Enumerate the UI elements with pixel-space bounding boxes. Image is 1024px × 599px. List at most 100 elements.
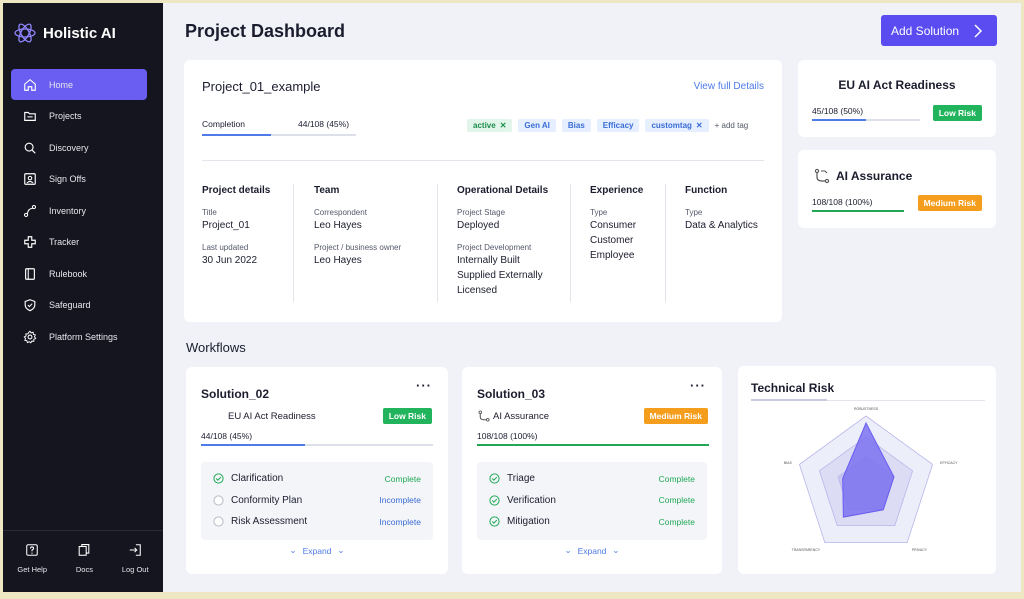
remove-tag-icon[interactable]: ✕	[696, 121, 703, 130]
workflow-card-solution-03[interactable]: Solution_03 ··· AI Assurance Medium Risk…	[462, 367, 722, 574]
nodes-icon	[23, 204, 37, 217]
workflow-progress-value: 44/108 (45%)	[201, 431, 253, 441]
tag-gen-ai[interactable]: Gen AI	[518, 119, 556, 132]
project-details-column: Project details Title Project_01 Last up…	[202, 185, 292, 268]
eu-ai-act-value: 45/108 (50%)	[812, 106, 864, 116]
step-status: Complete	[658, 495, 695, 506]
docs-button[interactable]: Docs	[76, 543, 93, 592]
more-options-icon[interactable]: ···	[690, 378, 706, 393]
function-type-label: Type	[685, 208, 703, 217]
tag-customtag[interactable]: customtag ✕	[645, 119, 709, 132]
sidebar-item-projects[interactable]: Projects	[11, 101, 147, 132]
column-divider	[293, 184, 294, 302]
add-solution-label: Add Solution	[891, 23, 960, 38]
workflow-progress-bar	[201, 444, 433, 446]
function-heading: Function	[685, 185, 728, 196]
development-value: Internally Built	[457, 255, 520, 266]
check-circle-icon	[489, 495, 500, 506]
column-divider	[437, 184, 438, 302]
risk-badge: Low Risk	[382, 408, 432, 424]
eu-ai-act-progress-bar	[812, 119, 920, 121]
tag-label: Bias	[567, 121, 585, 130]
add-solution-button[interactable]: Add Solution	[881, 15, 997, 46]
sidebar-item-safeguard[interactable]: Safeguard	[11, 290, 147, 321]
folder-icon	[24, 111, 36, 121]
workflow-step[interactable]: Clarification Complete	[213, 468, 421, 490]
more-options-icon[interactable]: ···	[416, 378, 432, 393]
ai-assurance-value: 108/108 (100%)	[812, 197, 873, 207]
workflow-step[interactable]: Mitigation Complete	[489, 511, 695, 533]
chevron-down-icon: ⌄	[612, 545, 620, 555]
chevron-down-icon: ⌄	[289, 545, 297, 555]
workflow-card-solution-02[interactable]: Solution_02 ··· EU AI Act Readiness Low …	[186, 367, 448, 574]
completion-progress-fill	[202, 134, 272, 136]
search-icon	[24, 142, 36, 154]
view-full-details-link[interactable]: View full Details	[694, 81, 764, 92]
sidebar-item-label: Safeguard	[49, 300, 91, 310]
workflow-name: Solution_03	[477, 387, 546, 401]
last-updated-value: 30 Jun 2022	[202, 255, 258, 266]
project-details-heading: Project details	[202, 185, 271, 196]
ai-assurance-card[interactable]: AI Assurance 108/108 (100%) Medium Risk	[798, 150, 996, 228]
radar-axis-label: PRIVACY	[912, 548, 928, 552]
workflow-type: AI Assurance	[493, 411, 549, 422]
completion-progress-bar	[202, 134, 356, 136]
workflow-step[interactable]: Triage Complete	[489, 468, 695, 490]
sidebar-item-label: Rulebook	[49, 268, 88, 279]
step-status: Incomplete	[379, 516, 421, 527]
chevron-right-icon	[974, 23, 983, 38]
step-label: Conformity Plan	[231, 494, 303, 506]
eu-ai-act-card[interactable]: EU AI Act Readiness 45/108 (50%) Low Ris…	[798, 60, 996, 137]
experience-heading: Experience	[590, 185, 644, 196]
sidebar-item-inventory[interactable]: Inventory	[11, 195, 147, 226]
sidebar-item-platform-settings[interactable]: Platform Settings	[11, 321, 147, 352]
ai-assurance-progress-fill	[812, 210, 904, 212]
tag-efficacy[interactable]: Efficacy	[596, 119, 640, 132]
step-label: Mitigation	[507, 516, 550, 528]
expand-button[interactable]: ⌄ Expand ⌄	[186, 545, 448, 556]
expand-label: Expand	[302, 545, 332, 556]
sidebar-item-discovery[interactable]: Discovery	[11, 132, 147, 163]
app-window: Holistic AI Home Projects Discovery Sign…	[3, 3, 1021, 592]
tag-bias[interactable]: Bias	[561, 119, 591, 132]
page-title: Project Dashboard	[185, 21, 346, 41]
step-label: Clarification	[231, 473, 284, 485]
ai-assurance-title: AI Assurance	[836, 169, 913, 183]
title-label: Title	[202, 208, 217, 217]
logout-icon	[129, 544, 141, 556]
sidebar-nav: Home Projects Discovery Sign Offs Invent…	[11, 69, 147, 353]
brand-logo[interactable]: Holistic AI	[13, 21, 116, 45]
sidebar-item-label: Sign Offs	[49, 174, 86, 184]
sidebar-item-rulebook[interactable]: Rulebook	[11, 258, 147, 289]
sidebar-item-sign-offs[interactable]: Sign Offs	[11, 164, 147, 195]
remove-tag-icon[interactable]: ✕	[500, 121, 507, 130]
workflow-step[interactable]: Conformity Plan Incomplete	[213, 490, 421, 512]
development-value: Supplied Externally	[457, 270, 543, 281]
operational-heading: Operational Details	[457, 185, 549, 196]
expand-button[interactable]: ⌄ Expand ⌄	[462, 545, 722, 556]
get-help-label: Get Help	[17, 565, 48, 574]
sidebar-item-home[interactable]: Home	[11, 69, 147, 100]
brand-name: Holistic AI	[43, 24, 116, 42]
get-help-button[interactable]: Get Help	[17, 543, 47, 592]
workflow-step[interactable]: Verification Complete	[489, 490, 695, 512]
tag-label: customtag	[651, 121, 692, 130]
expand-label: Expand	[577, 545, 607, 556]
workflow-type: EU AI Act Readiness	[228, 411, 316, 422]
sidebar-item-label: Projects	[49, 111, 82, 121]
operational-column: Operational Details Project Stage Deploy…	[457, 185, 567, 298]
column-divider	[570, 184, 571, 302]
sidebar-item-tracker[interactable]: Tracker	[11, 227, 147, 258]
experience-value: Employee	[590, 250, 635, 261]
puzzle-icon	[24, 236, 36, 248]
sidebar: Holistic AI Home Projects Discovery Sign…	[3, 3, 163, 592]
workflow-name: Solution_02	[201, 387, 270, 401]
workflow-step[interactable]: Risk Assessment Incomplete	[213, 511, 421, 533]
risk-badge: Low Risk	[932, 105, 982, 121]
help-icon	[26, 544, 38, 556]
technical-risk-card: Technical Risk ROBUSTNESS EFFICACY PRIVACY…	[738, 366, 996, 574]
tag-active[interactable]: active ✕	[467, 119, 513, 132]
add-tag-button[interactable]: + add tag	[715, 121, 749, 130]
holistic-logo-icon	[14, 23, 36, 43]
log-out-button[interactable]: Log Out	[122, 543, 149, 592]
